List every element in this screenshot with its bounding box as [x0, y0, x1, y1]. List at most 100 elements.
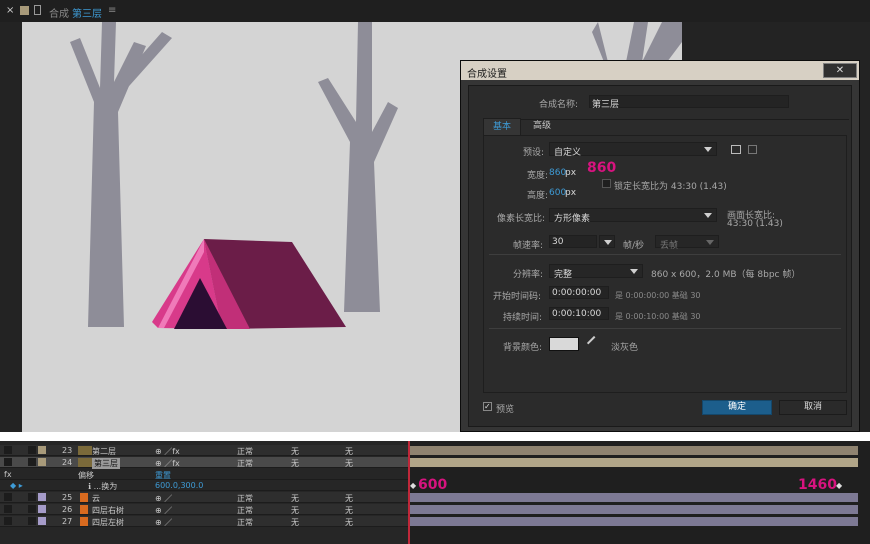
- layer-name[interactable]: 四层右树: [92, 505, 124, 516]
- start-timecode-info: 是 0:00:00:00 基础 30: [615, 291, 701, 300]
- frame-aspect-value: 43:30 (1.43): [727, 219, 783, 229]
- width-value[interactable]: 860: [549, 168, 566, 178]
- layer-duration-bar[interactable]: [410, 458, 858, 467]
- resolution-label: 分辨率:: [513, 270, 544, 280]
- background-color-swatch[interactable]: [549, 337, 579, 351]
- blend-mode-dropdown[interactable]: 正常: [237, 446, 253, 457]
- layer-name[interactable]: 云: [92, 493, 100, 504]
- track-matte-dropdown[interactable]: 无: [291, 505, 299, 516]
- tab-advanced[interactable]: 高级: [523, 118, 561, 136]
- composition-tab-bar: × 合成 第三层 ≡: [0, 0, 870, 22]
- preset-dropdown[interactable]: 自定义: [549, 142, 717, 158]
- preset-label: 预设:: [523, 148, 545, 158]
- layer-name[interactable]: 四层左树: [92, 517, 124, 528]
- keyframe-nav-icon[interactable]: ◆ ▸: [10, 481, 23, 490]
- preset-value: 自定义: [554, 148, 582, 158]
- comp-name-label: 合成名称:: [539, 100, 579, 110]
- switches[interactable]: ⊕ ／: [155, 505, 172, 516]
- pixel-aspect-label: 像素长宽比:: [497, 214, 546, 224]
- parent-dropdown[interactable]: 无: [345, 493, 353, 504]
- parent-dropdown[interactable]: 无: [345, 446, 353, 457]
- blend-mode-dropdown[interactable]: 正常: [237, 517, 253, 528]
- comp-icon: [78, 458, 92, 467]
- height-unit: px: [565, 188, 577, 198]
- comp-icon: [78, 446, 92, 455]
- layer-duration-bar[interactable]: [410, 446, 858, 455]
- cancel-button[interactable]: 取消: [779, 400, 847, 415]
- parent-dropdown[interactable]: 无: [345, 458, 353, 469]
- pixel-aspect-dropdown[interactable]: 方形像素: [549, 208, 717, 224]
- close-button[interactable]: ✕: [823, 63, 857, 78]
- duration-label: 持续时间:: [503, 313, 543, 323]
- layer-name[interactable]: 第二层: [92, 446, 116, 457]
- ok-button[interactable]: 确定: [702, 400, 772, 415]
- effect-row[interactable]: fx 偏移 重置: [0, 469, 408, 480]
- tab-basic[interactable]: 基本: [483, 118, 521, 136]
- composition-settings-dialog: 合成设置 ✕ 合成名称: 第三层 基本 高级 预设: 自定义 宽度: 860 p…: [460, 60, 860, 432]
- layer-color-label: [38, 446, 46, 454]
- fps-unit: 帧/秒: [623, 241, 645, 251]
- tab-composition-name[interactable]: 第三层: [72, 5, 102, 20]
- fps-dropdown[interactable]: [599, 235, 615, 248]
- layer-row[interactable]: 26 四层右树 ⊕ ／ 正常 无 无: [0, 504, 408, 515]
- switches[interactable]: ⊕ ／fx: [155, 458, 180, 469]
- keyframe-icon[interactable]: ◆: [410, 481, 416, 490]
- lock-aspect-checkbox[interactable]: [602, 179, 611, 188]
- drop-frame-value: 丢帧: [660, 241, 679, 251]
- lock-aspect-label: 锁定长宽比为 43:30 (1.43): [614, 182, 727, 192]
- layer-duration-bar[interactable]: [410, 505, 858, 514]
- drop-frame-dropdown[interactable]: 丢帧: [655, 235, 719, 251]
- layer-row[interactable]: 23 第二层 ⊕ ／fx 正常 无 无: [0, 445, 408, 456]
- fps-input[interactable]: 30: [549, 235, 597, 248]
- layer-color-label: [38, 517, 46, 525]
- track-matte-dropdown[interactable]: 无: [291, 458, 299, 469]
- blend-mode-dropdown[interactable]: 正常: [237, 505, 253, 516]
- save-preset-icon[interactable]: [731, 145, 741, 154]
- duration-input[interactable]: 0:00:10:00: [549, 307, 609, 320]
- layer-row[interactable]: 25 云 ⊕ ／ 正常 无 无: [0, 492, 408, 503]
- switches[interactable]: ⊕ ／fx: [155, 446, 180, 457]
- layer-row[interactable]: 27 四层左树 ⊕ ／ 正常 无 无: [0, 516, 408, 527]
- parent-dropdown[interactable]: 无: [345, 517, 353, 528]
- preview-label: 预览: [496, 405, 515, 415]
- parent-dropdown[interactable]: 无: [345, 505, 353, 516]
- switches[interactable]: ⊕ ／: [155, 517, 172, 528]
- layer-duration-bar[interactable]: [410, 493, 858, 502]
- layer-row-selected[interactable]: 24 第三层 ⊕ ／fx 正常 无 无: [0, 457, 408, 469]
- layer-color-label: [38, 493, 46, 501]
- track-matte-dropdown[interactable]: 无: [291, 446, 299, 457]
- height-value[interactable]: 600: [549, 188, 566, 198]
- shape-layer-icon: [80, 505, 88, 514]
- preview-checkbox[interactable]: ✓: [483, 402, 492, 411]
- layer-duration-bar[interactable]: [410, 517, 858, 526]
- property-value[interactable]: 600.0,300.0: [155, 481, 203, 490]
- width-annotation: 860: [587, 160, 617, 176]
- property-row[interactable]: ◆ ▸ ℹ ...换为 600.0,300.0: [0, 480, 408, 491]
- blend-mode-dropdown[interactable]: 正常: [237, 458, 253, 469]
- layer-number: 23: [62, 446, 73, 455]
- comp-name-input[interactable]: 第三层: [589, 95, 789, 110]
- width-label: 宽度:: [527, 171, 549, 181]
- layer-name[interactable]: 第三层: [92, 458, 120, 469]
- layer-number: 24: [62, 458, 73, 467]
- blend-mode-dropdown[interactable]: 正常: [237, 493, 253, 504]
- shape-layer-icon: [80, 493, 88, 502]
- delete-preset-icon[interactable]: [748, 145, 757, 154]
- track-matte-dropdown[interactable]: 无: [291, 517, 299, 528]
- width-unit: px: [565, 168, 577, 178]
- switches[interactable]: ⊕ ／: [155, 493, 172, 504]
- background-color-name: 淡灰色: [611, 343, 639, 353]
- end-annotation: 1460: [798, 477, 837, 493]
- layer-number: 27: [62, 517, 73, 526]
- start-timecode-input[interactable]: 0:00:00:00: [549, 286, 609, 299]
- track-matte-dropdown[interactable]: 无: [291, 493, 299, 504]
- layer-number: 26: [62, 505, 73, 514]
- panel-separator: [0, 432, 870, 441]
- label-color-swatch: [20, 6, 29, 15]
- close-tab-icon[interactable]: ×: [6, 5, 14, 16]
- timeline-panel: 23 第二层 ⊕ ／fx 正常 无 无 24 第三层 ⊕ ／fx 正常 无 无 …: [0, 441, 870, 544]
- resolution-dropdown[interactable]: 完整: [549, 264, 643, 280]
- tab-prefix: 合成: [49, 9, 69, 20]
- panel-menu-icon[interactable]: ≡: [108, 5, 116, 16]
- lock-icon[interactable]: [34, 5, 41, 15]
